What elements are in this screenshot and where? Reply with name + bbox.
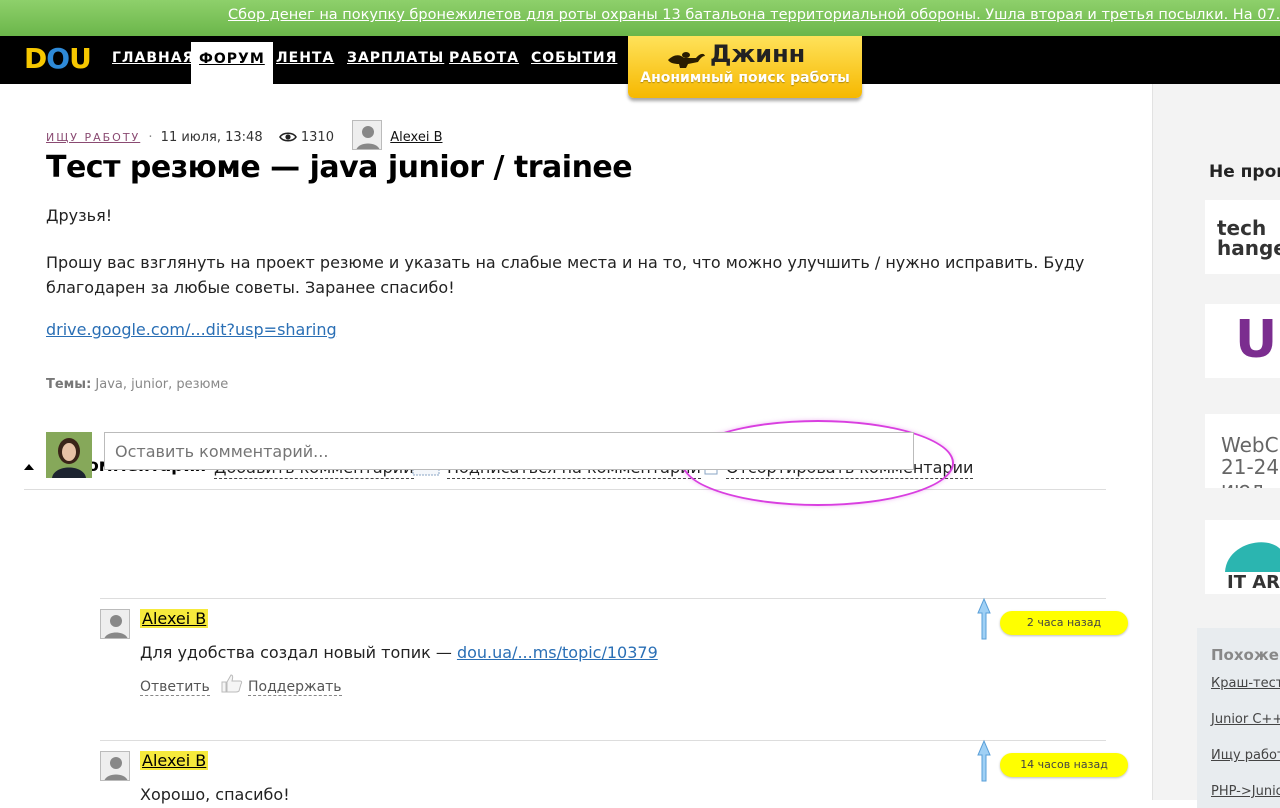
comment-avatar[interactable] [100, 751, 130, 781]
donation-banner[interactable]: Сбор денег на покупку бронежилетов для р… [0, 0, 1280, 36]
nav-item-feed[interactable]: ЛЕНТА [276, 50, 334, 66]
tags-list[interactable]: Java, junior, резюме [95, 377, 228, 392]
nav-item-forum[interactable]: ФОРУМ [191, 42, 273, 84]
comment-author-link[interactable]: Alexei B [140, 751, 209, 770]
nav-item-jobs[interactable]: РАБОТА [449, 50, 519, 66]
sidebar-card-text: WebC 21-24 июл [1221, 433, 1280, 488]
comment-timestamp: 14 часов назад [1000, 753, 1128, 777]
nav-item-main[interactable]: ГЛАВНАЯ [112, 50, 194, 66]
post-author-link[interactable]: Alexei B [390, 130, 442, 145]
comment-author-link[interactable]: Alexei B [140, 609, 209, 628]
comment-item: Alexei B Хорошо, спасибо! 14 часов назад [100, 739, 1128, 804]
comment-timestamp: 2 часа назад [1000, 611, 1128, 635]
current-user-avatar[interactable] [46, 432, 92, 478]
banner-text[interactable]: Сбор денег на покупку бронежилетов для р… [228, 7, 1280, 23]
collapse-triangle-icon[interactable] [24, 464, 34, 470]
thumbs-up-icon[interactable] [220, 673, 244, 693]
similar-topics-panel: Похоже Краш-тест Junior C++ I Ищу работу… [1197, 628, 1280, 808]
sidebar-card-webcamp[interactable]: WebC 21-24 июл [1205, 414, 1280, 488]
post-date: 11 июля, 13:48 [160, 130, 263, 145]
sidebar-card-u[interactable]: U [1205, 304, 1280, 378]
sidebar-title: Не проп [1209, 162, 1280, 182]
support-button[interactable]: Поддержать [248, 679, 342, 696]
djinn-title: Джинн [710, 40, 806, 68]
post-category-link[interactable]: ИЩУ РАБОТУ [46, 131, 140, 144]
post-views: 1310 [300, 130, 334, 145]
comment-text: Хорошо, спасибо! [140, 785, 290, 804]
resume-link[interactable]: drive.google.com/...dit?usp=sharing [46, 320, 337, 339]
user-silhouette-icon [101, 610, 129, 638]
sidebar-card-text: U [1235, 310, 1278, 370]
dou-logo[interactable]: DOU [24, 42, 92, 75]
similar-topic-link[interactable]: PHP->Junio [1211, 784, 1280, 799]
meta-separator: · [148, 130, 153, 145]
sidebar-card-itarena[interactable]: IT AR [1205, 520, 1280, 594]
post-meta: ИЩУ РАБОТУ · 11 июля, 13:48 1310 Alexei … [46, 120, 443, 150]
user-silhouette-icon [353, 121, 382, 149]
author-avatar[interactable] [352, 120, 383, 150]
similar-topic-link[interactable]: Junior C++ I [1211, 712, 1280, 727]
nav-item-salaries[interactable]: ЗАРПЛАТЫ [347, 50, 444, 66]
magic-lamp-icon [668, 52, 705, 68]
reply-button[interactable]: Ответить [140, 679, 210, 696]
similar-topics-title: Похоже [1211, 646, 1279, 664]
arrow-up-icon [977, 597, 991, 640]
arrow-up-icon [977, 739, 991, 782]
sidebar-card-techhangout[interactable]: tech hange [1205, 200, 1280, 274]
post-body: Прошу вас взглянуть на проект резюме и у… [46, 253, 1085, 297]
comment-item: Alexei B Для удобства создал новый топик… [100, 597, 1128, 738]
comment-input[interactable] [104, 432, 914, 470]
comment-avatar[interactable] [100, 609, 130, 639]
topic-link[interactable]: dou.ua/...ms/topic/10379 [457, 643, 658, 662]
similar-topic-link[interactable]: Ищу работу [1211, 748, 1280, 763]
right-sidebar: Не проп tech hange U WebC 21-24 июл IT A… [1152, 84, 1280, 808]
user-silhouette-icon [101, 752, 129, 780]
sidebar-card-text: tech hange [1217, 216, 1280, 260]
eye-icon [278, 132, 297, 142]
comment-text-body: Для удобства создал новый топик — [140, 643, 457, 662]
tags-label: Темы: [46, 377, 92, 392]
comment-text: Для удобства создал новый топик — dou.ua… [140, 643, 658, 662]
post-tags: Темы: Java, junior, резюме [46, 377, 228, 392]
similar-topic-link[interactable]: Краш-тест [1211, 676, 1280, 691]
sidebar-card-text: IT AR [1227, 572, 1280, 593]
post-title: Тест резюме — java junior / trainee [46, 150, 633, 185]
nav-item-events[interactable]: СОБЫТИЯ [531, 50, 617, 66]
post-greeting: Друзья! [46, 206, 113, 225]
user-photo-icon [46, 432, 92, 478]
